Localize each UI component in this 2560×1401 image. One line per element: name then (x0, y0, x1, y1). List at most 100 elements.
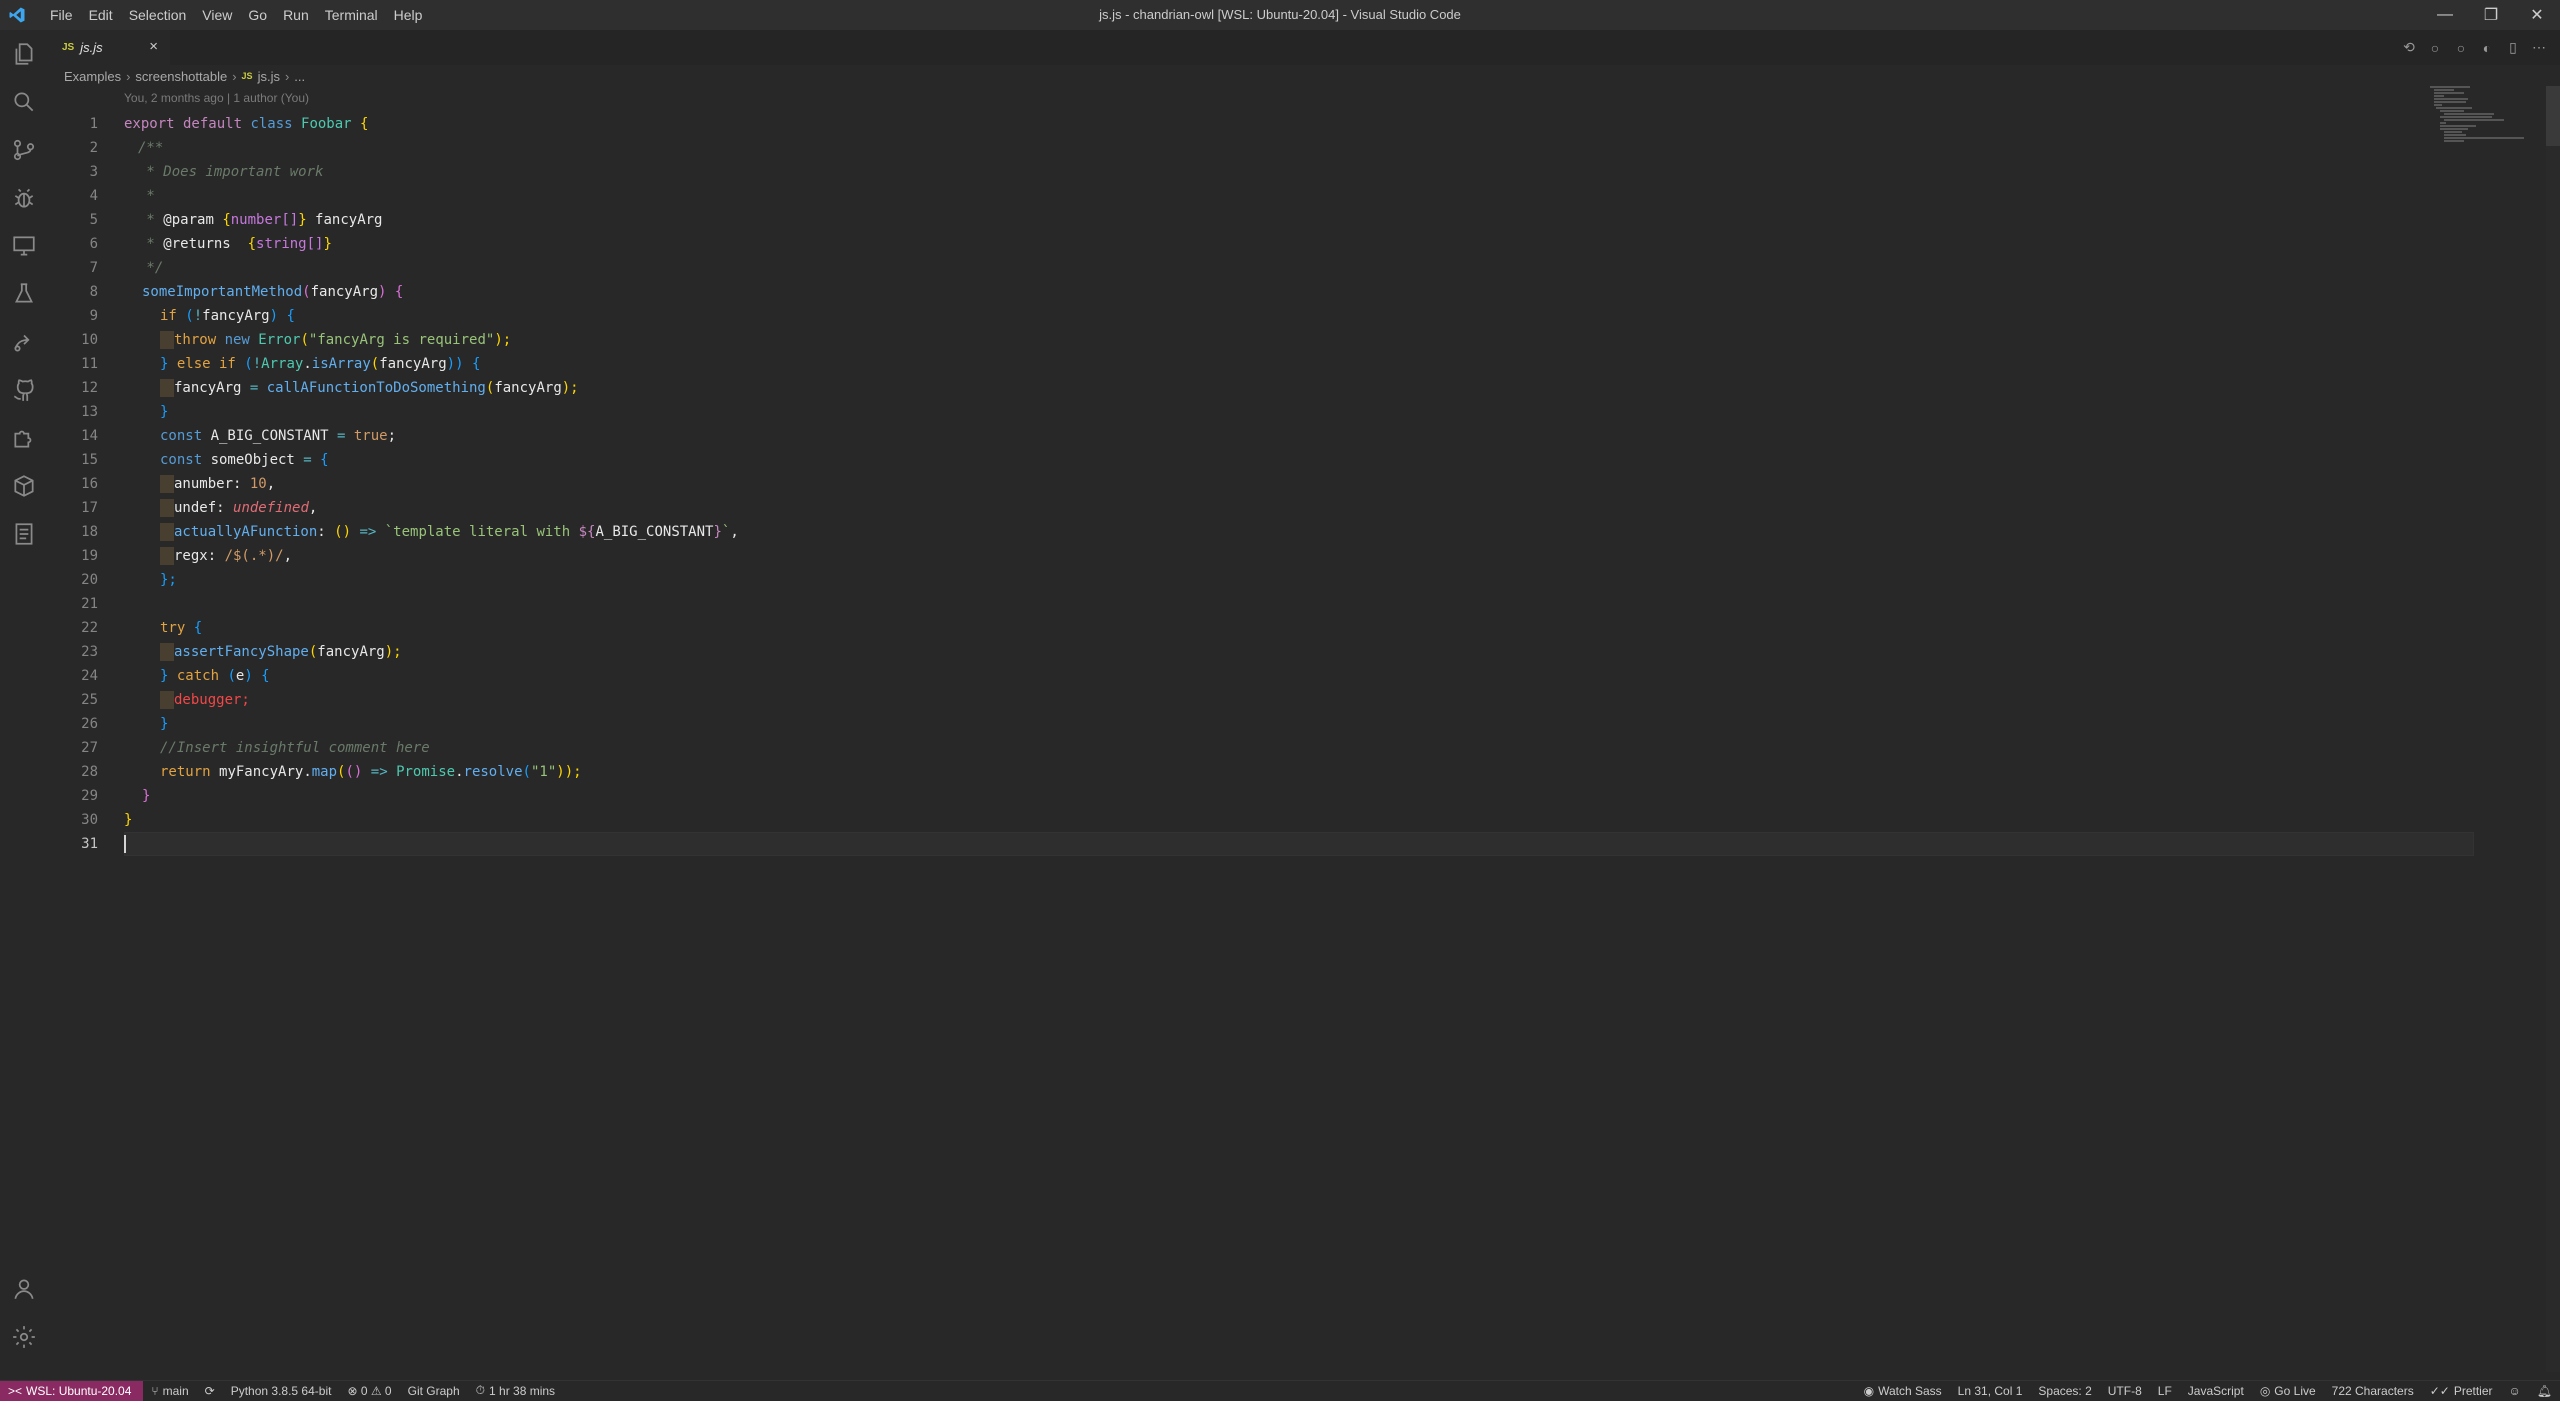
menu-view[interactable]: View (194, 7, 240, 23)
line-number: 4 (89, 188, 98, 204)
settings-gear-icon[interactable] (0, 1313, 48, 1361)
code-token: } (124, 812, 133, 828)
menu-edit[interactable]: Edit (81, 7, 121, 23)
code-line: 1 export default class Foobar { (48, 112, 2428, 136)
code-line: 22 try { (48, 616, 2428, 640)
source-control-icon[interactable] (0, 126, 48, 174)
line-number: 23 (81, 644, 98, 660)
scrollbar-thumb[interactable] (2546, 86, 2560, 146)
more-actions-icon[interactable]: ⋯ (2526, 39, 2552, 56)
watch-sass-button[interactable]: ◉ Watch Sass (1856, 1384, 1950, 1398)
minimap[interactable] (2430, 86, 2545, 156)
menu-terminal[interactable]: Terminal (317, 7, 386, 23)
vertical-scrollbar[interactable] (2546, 86, 2560, 1372)
language-mode[interactable]: JavaScript (2180, 1384, 2252, 1398)
go-live-button[interactable]: ◎ Go Live (2252, 1384, 2324, 1398)
code-token: Error (258, 332, 301, 348)
remote-explorer-icon[interactable] (0, 222, 48, 270)
open-changes-icon[interactable]: ⟲ (2396, 39, 2422, 56)
minimize-button[interactable]: — (2422, 0, 2468, 30)
code-token: new (224, 332, 259, 348)
tab-js-js[interactable]: JS js.js × (48, 30, 170, 65)
code-token: ; (387, 428, 397, 444)
close-tab-icon[interactable]: × (149, 38, 158, 55)
line-number: 25 (81, 692, 98, 708)
code-token: A_BIG_CONSTANT (595, 524, 714, 540)
notes-icon[interactable] (0, 510, 48, 558)
next-change-icon[interactable]: ○ (2448, 40, 2474, 56)
code-token: () (345, 764, 363, 780)
line-number: 10 (81, 332, 98, 348)
menu-run[interactable]: Run (275, 7, 317, 23)
cursor-position[interactable]: Ln 31, Col 1 (1950, 1384, 2031, 1398)
testing-icon[interactable] (0, 270, 48, 318)
breadcrumb-item[interactable]: Examples (64, 69, 121, 84)
feedback-icon[interactable]: ☺ (2501, 1384, 2529, 1398)
docker-icon[interactable] (0, 462, 48, 510)
code-line: 27 //Insert insightful comment here (48, 736, 2428, 760)
time-tracker[interactable]: ⏱ 1 hr 38 mins (468, 1383, 563, 1398)
breadcrumb-item[interactable]: screenshottable (135, 69, 227, 84)
sync-icon[interactable]: ⟳ (197, 1384, 223, 1398)
live-share-icon[interactable] (0, 318, 48, 366)
editor-actions: ⟲ ○ ○ ◐ ▯ ⋯ (2396, 30, 2552, 65)
code-token: //Insert insightful comment here (160, 740, 430, 756)
git-blame-codelens[interactable]: You, 2 months ago | 1 author (You) (124, 91, 309, 105)
menu-go[interactable]: Go (240, 7, 275, 23)
menu-help[interactable]: Help (386, 7, 431, 23)
branch-indicator[interactable]: ⑂ main (143, 1384, 196, 1398)
code-line: 18 actuallyAFunction: () => `template lit… (48, 520, 2428, 544)
split-editor-icon[interactable]: ▯ (2500, 39, 2526, 56)
extensions-icon[interactable] (0, 414, 48, 462)
code-line: 21 (48, 592, 2428, 616)
menu-selection[interactable]: Selection (121, 7, 195, 23)
code-token: { (247, 236, 257, 252)
character-count[interactable]: 722 Characters (2324, 1384, 2422, 1398)
code-token: string[] (256, 236, 324, 252)
line-number: 16 (81, 476, 98, 492)
close-window-button[interactable]: ✕ (2514, 0, 2560, 30)
end-of-line[interactable]: LF (2150, 1384, 2180, 1398)
code-token: . (303, 356, 312, 372)
current-line-highlight (124, 832, 2474, 856)
remote-indicator[interactable]: >< WSL: Ubuntu-20.04 (0, 1380, 144, 1401)
search-icon[interactable] (0, 78, 48, 126)
code-token: ( (244, 356, 253, 372)
branch-label: main (162, 1383, 189, 1398)
code-token: ) (244, 668, 262, 684)
line-number: 15 (81, 452, 98, 468)
encoding[interactable]: UTF-8 (2100, 1384, 2150, 1398)
code-token: { (394, 284, 404, 300)
restore-button[interactable]: ❐ (2468, 0, 2514, 30)
line-number: 24 (81, 668, 98, 684)
previous-change-icon[interactable]: ○ (2422, 40, 2448, 56)
menu-file[interactable]: File (42, 7, 81, 23)
toggle-blame-icon[interactable]: ◐ (2474, 40, 2500, 56)
git-graph-button[interactable]: Git Graph (400, 1384, 468, 1398)
github-icon[interactable] (0, 366, 48, 414)
code-token: , (266, 476, 276, 492)
code-token: Promise (396, 764, 456, 780)
menu-bar: File Edit Selection View Go Run Terminal… (42, 0, 430, 30)
chevron-right-icon: › (126, 68, 131, 84)
prettier-button[interactable]: ✓✓ Prettier (2422, 1384, 2501, 1398)
line-number: 5 (89, 212, 98, 228)
explorer-icon[interactable] (0, 30, 48, 78)
code-token: } (160, 404, 169, 420)
line-number: 7 (89, 260, 98, 276)
python-interpreter[interactable]: Python 3.8.5 64-bit (223, 1384, 340, 1398)
line-number: 14 (81, 428, 98, 444)
breadcrumb-more[interactable]: ... (294, 69, 305, 84)
line-number: 22 (81, 620, 98, 636)
code-token: ! (193, 308, 203, 324)
breadcrumb-file[interactable]: js.js (258, 69, 280, 84)
problems-indicator[interactable]: ⊗ 0 ⚠ 0 (339, 1384, 399, 1398)
code-token: * (138, 236, 164, 252)
debug-icon[interactable] (0, 174, 48, 222)
indentation[interactable]: Spaces: 2 (2030, 1384, 2099, 1398)
code-token: export default (124, 116, 251, 132)
account-icon[interactable] (0, 1265, 48, 1313)
notifications-bell-icon[interactable]: 🔔︎ (2529, 1384, 2560, 1398)
title-bar: File Edit Selection View Go Run Terminal… (0, 0, 2560, 30)
code-line: 30} (48, 808, 2428, 832)
